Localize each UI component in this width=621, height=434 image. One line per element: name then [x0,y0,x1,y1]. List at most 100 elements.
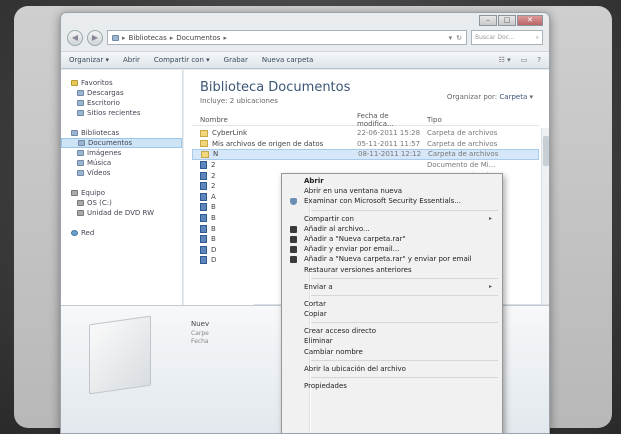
nav-item-documentos[interactable]: Documentos [61,138,182,148]
menu-item-rename[interactable]: Cambiar nombre [284,347,500,357]
menu-item-open[interactable]: Abrir [284,176,500,186]
computer-icon [71,190,78,196]
column-header-name[interactable]: Nombre [192,116,357,124]
document-icon [200,182,207,191]
document-icon [200,256,207,265]
library-icon [112,34,119,41]
document-icon [200,192,207,201]
file-name: D [211,245,217,254]
scroll-thumb[interactable] [543,136,549,166]
breadcrumb-bibliotecas[interactable]: Bibliotecas [129,34,167,42]
dvd-drive-icon [77,210,84,216]
menu-item-add-archive[interactable]: Añadir al archivo... [284,224,500,234]
menu-item-add-rar[interactable]: Añadir a "Nueva carpeta.rar" [284,234,500,244]
preview-pane-icon[interactable]: ▭ [521,56,528,64]
back-icon[interactable]: ◀ [67,29,83,46]
menu-item-add-email[interactable]: Añadir y enviar por email... [284,244,500,254]
menu-item-delete[interactable]: Eliminar [284,336,500,346]
help-icon[interactable]: ? [537,56,541,64]
menu-separator [310,209,498,211]
document-icon [200,171,207,180]
nav-item-os-c[interactable]: OS (C:) [61,198,182,208]
menu-separator [310,277,498,279]
open-button[interactable]: Abrir [123,56,140,64]
nav-item-dvd[interactable]: Unidad de DVD RW [61,208,182,218]
nav-favorites[interactable]: Favoritos [61,78,182,88]
archive-icon [290,225,297,233]
file-name: 2 [211,182,216,191]
share-button[interactable]: Compartir con ▾ [154,56,210,64]
file-name: D [211,256,217,265]
nav-item-imagenes[interactable]: Imágenes [61,148,182,158]
window-controls: – □ ✕ [479,15,543,26]
organize-button[interactable]: Organizar ▾ [69,56,109,64]
folder-icon [201,150,209,158]
explorer-window: – □ ✕ ◀ ▶ ▸ Bibliotecas ▸ Documentos ▸ ▾… [60,12,550,434]
nav-item-musica[interactable]: Música [61,158,182,168]
menu-item-share[interactable]: Compartir con ▸ [284,214,500,224]
menu-separator [310,322,498,324]
document-icon [200,214,207,223]
chevron-right-icon: ▸ [223,33,227,42]
vertical-scrollbar[interactable] [541,128,549,304]
file-date: 22-06-2011 15:28 [357,129,421,138]
documents-icon [78,140,85,146]
address-tail: ▾ ↻ [449,34,462,42]
table-row[interactable]: 2 Documento de Mi... [192,160,539,171]
menu-item-copy[interactable]: Copiar [284,309,500,319]
refresh-icon[interactable]: ↻ [456,34,462,42]
folder-preview-icon [89,315,151,395]
search-icon: ⌕ [535,34,539,41]
table-row[interactable]: N 08-11-2011 12:12 Carpeta de archivos [192,149,539,160]
submenu-arrow-icon: ▸ [488,282,492,290]
menu-item-restore[interactable]: Restaurar versiones anteriores [284,265,500,275]
details-type: Carpe [191,330,209,337]
file-name: 2 [211,161,216,170]
menu-item-create-shortcut[interactable]: Crear acceso directo [284,326,500,336]
nav-item-sitios[interactable]: Sitios recientes [61,108,182,118]
menu-item-scan[interactable]: Examinar con Microsoft Security Essentia… [284,196,500,206]
music-icon [77,160,84,166]
archive-icon [290,256,297,264]
column-header-type[interactable]: Tipo [427,116,539,124]
arrange-by[interactable]: Organizar por: Carpeta ▾ [447,93,533,101]
breadcrumb-documentos[interactable]: Documentos [176,34,220,42]
menu-item-open-new-window[interactable]: Abrir en una ventana nueva [284,186,500,196]
menu-item-cut[interactable]: Cortar [284,299,500,309]
file-name-cell: Mis archivos de origen de datos [192,140,357,148]
menu-item-properties[interactable]: Propiedades [284,381,500,391]
view-options-icon[interactable]: ☷ ▾ [499,56,511,64]
network-icon [71,230,78,236]
command-bar: Organizar ▾ Abrir Compartir con ▾ Grabar… [61,51,549,69]
menu-item-add-rar-email[interactable]: Añadir a "Nueva carpeta.rar" y enviar po… [284,254,500,264]
file-name: A [211,192,216,201]
close-button[interactable]: ✕ [517,15,543,26]
column-header-date[interactable]: Fecha de modifica... [357,112,427,128]
file-name-cell: CyberLink [192,129,357,137]
dropdown-icon[interactable]: ▾ [449,34,453,42]
chevron-right-icon: ▸ [169,33,174,42]
library-icon [71,130,78,136]
nav-network[interactable]: Red [61,228,182,238]
search-input[interactable]: Buscar Doc... ⌕ [471,30,543,45]
library-subtitle[interactable]: Incluye: 2 ubicaciones [200,97,278,105]
burn-button[interactable]: Grabar [224,56,248,64]
address-field[interactable]: ▸ Bibliotecas ▸ Documentos ▸ ▾ ↻ [107,30,467,45]
nav-libraries[interactable]: Bibliotecas [61,128,182,138]
table-row[interactable]: CyberLink 22-06-2011 15:28 Carpeta de arch… [192,128,539,139]
menu-item-send-to[interactable]: Enviar a ▸ [284,282,500,292]
table-row[interactable]: Mis archivos de origen de datos 05-11-201… [192,139,539,150]
menu-item-open-location[interactable]: Abrir la ubicación del archivo [284,364,500,374]
menu-separator [310,377,498,378]
minimize-button[interactable]: – [479,15,497,26]
file-name-cell: N [193,150,358,158]
nav-computer[interactable]: Equipo [61,188,182,198]
archive-icon [290,235,297,243]
shield-icon [290,198,297,206]
nav-item-descargas[interactable]: Descargas [61,88,182,98]
maximize-button[interactable]: □ [498,15,516,26]
nav-item-escritorio[interactable]: Escritorio [61,98,182,108]
forward-icon[interactable]: ▶ [87,29,103,46]
nav-item-videos[interactable]: Vídeos [61,168,182,178]
new-folder-button[interactable]: Nueva carpeta [262,56,313,64]
